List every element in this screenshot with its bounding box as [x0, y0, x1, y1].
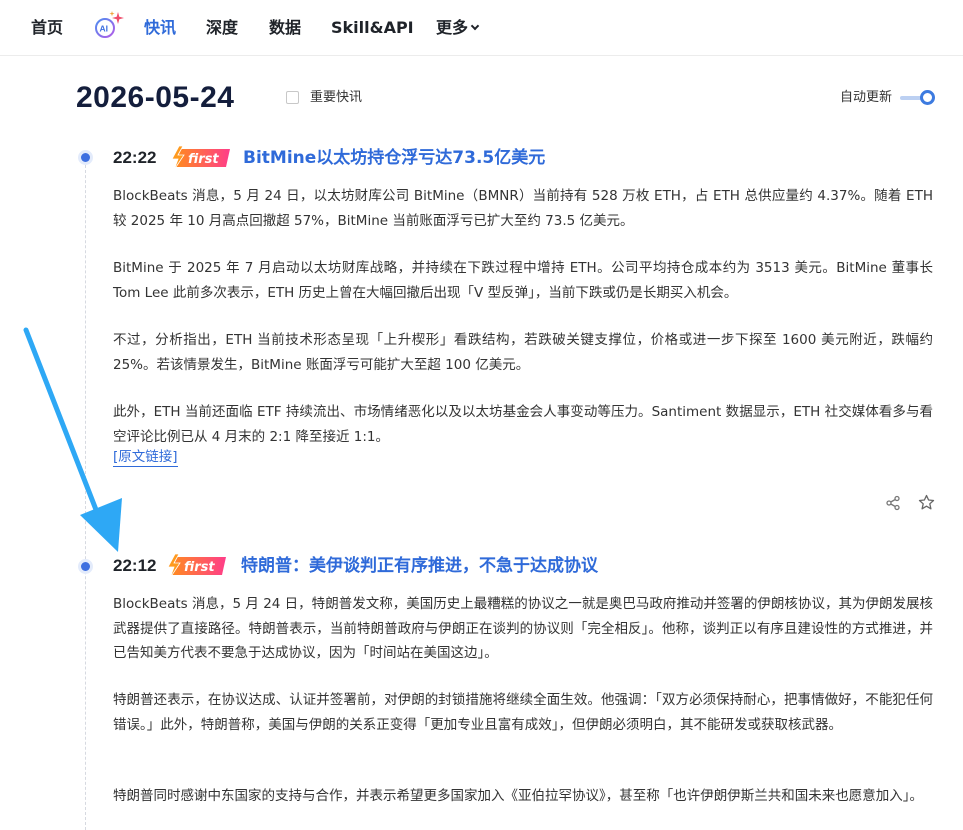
- star-icon[interactable]: [918, 494, 935, 511]
- news-paragraph: 不过，分析指出，ETH 当前技术形态呈现「上升楔形」看跌结构，若跌破关键支撑位，…: [113, 332, 933, 373]
- nav-depth[interactable]: 深度: [206, 18, 238, 38]
- news-title[interactable]: BitMine以太坊持仓浮亏达73.5亿美元: [243, 147, 545, 169]
- timeline-dot: [81, 153, 90, 162]
- nav-skill-api[interactable]: Skill&API: [331, 18, 414, 38]
- news-paragraph: 特朗普同时感谢中东国家的支持与合作，并表示希望更多国家加入《亚伯拉罕协议》，甚至…: [113, 788, 923, 804]
- top-nav: 首页 AI 快讯 深度 数据 Skill&API 更多: [0, 0, 963, 56]
- nav-flash[interactable]: 快讯: [144, 18, 176, 38]
- news-time: 22:12: [113, 556, 157, 575]
- first-badge: first: [167, 554, 226, 578]
- toggle-knob: [920, 90, 935, 105]
- timeline-dot: [81, 562, 90, 571]
- ai-logo-icon[interactable]: AI: [92, 10, 126, 42]
- badge-text: first: [184, 560, 215, 575]
- news-paragraph: 特朗普还表示，在协议达成、认证并签署前，对伊朗的封锁措施将继续全面生效。他强调：…: [113, 692, 933, 733]
- nav-data[interactable]: 数据: [269, 18, 301, 38]
- nav-home[interactable]: 首页: [31, 18, 63, 38]
- news-paragraph: BlockBeats 消息，5 月 24 日，特朗普发文称，美国历史上最糟糕的协…: [113, 596, 933, 661]
- important-label[interactable]: 重要快讯: [310, 89, 362, 107]
- page-date: 2026-05-24: [76, 81, 235, 114]
- news-paragraph: 此外，ETH 当前还面临 ETF 持续流出、市场情绪恶化以及以太坊基金会人事变动…: [113, 404, 933, 445]
- news-paragraph: BlockBeats 消息，5 月 24 日，以太坊财库公司 BitMine（B…: [113, 188, 933, 229]
- nav-more[interactable]: 更多: [436, 18, 480, 38]
- news-time: 22:22: [113, 148, 157, 167]
- news-paragraph: BitMine 于 2025 年 7 月启动以太坊财库战略，并持续在下跌过程中增…: [113, 260, 933, 301]
- share-icon[interactable]: [885, 495, 901, 511]
- chevron-down-icon: [470, 21, 480, 31]
- important-checkbox[interactable]: [286, 91, 299, 104]
- first-badge: first: [171, 146, 230, 170]
- auto-update-toggle[interactable]: [900, 90, 936, 106]
- news-title[interactable]: 特朗普：美伊谈判正有序推进，不急于达成协议: [241, 555, 598, 577]
- timeline-line: [85, 150, 86, 830]
- svg-text:AI: AI: [100, 24, 109, 34]
- nav-more-label: 更多: [436, 18, 469, 37]
- badge-text: first: [188, 152, 219, 167]
- auto-update-label: 自动更新: [840, 90, 893, 105]
- source-link[interactable]: [原文链接]: [113, 448, 178, 467]
